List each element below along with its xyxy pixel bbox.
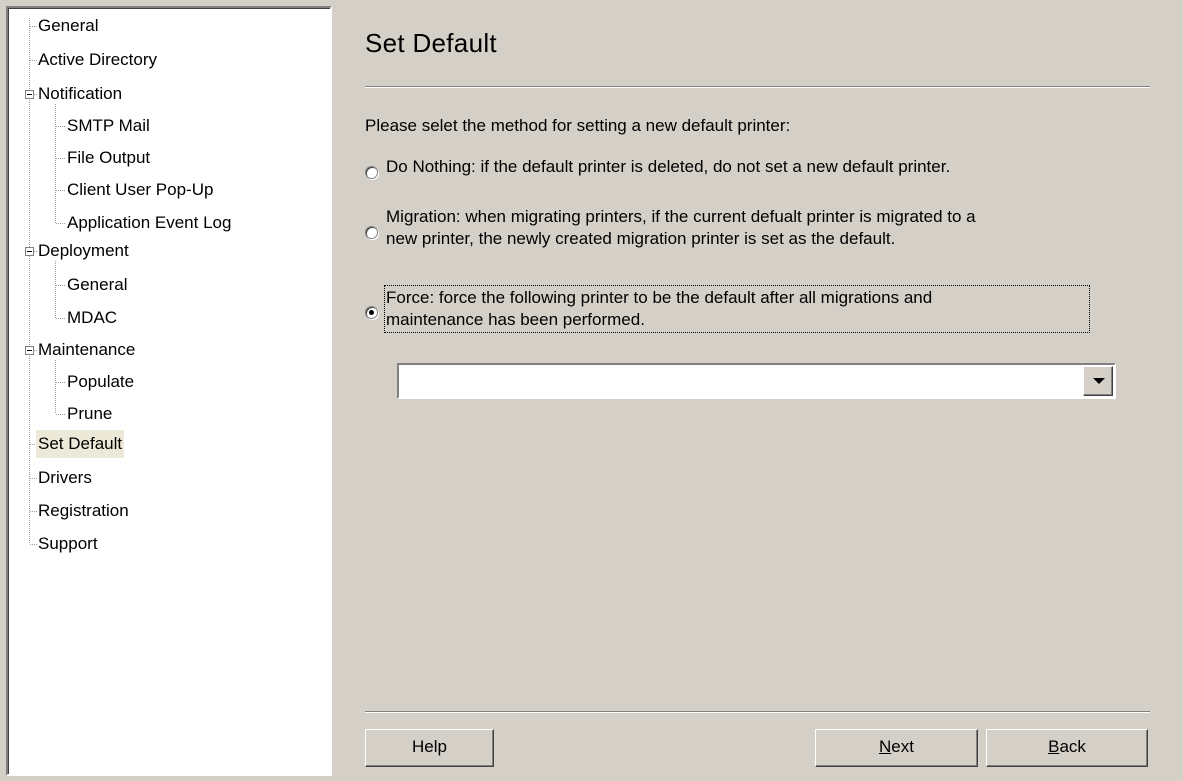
notification-collapse-icon[interactable] [25,90,34,99]
force-radio[interactable] [365,306,378,319]
tree-item-populate[interactable]: Populate [65,368,136,396]
do-nothing-label[interactable]: Do Nothing: if the default printer is de… [386,156,950,178]
do-nothing-radio[interactable] [365,166,378,179]
force-label[interactable]: Force: force the following printer to be… [384,285,1090,333]
tree-item-maintenance[interactable]: Maintenance [36,336,137,364]
tree-item-client-user-popup[interactable]: Client User Pop-Up [65,176,215,204]
tree-item-prune[interactable]: Prune [65,400,114,428]
tree-connector-lines [29,18,66,545]
tree-item-smtp-mail[interactable]: SMTP Mail [65,112,152,140]
tree-item-file-output[interactable]: File Output [65,144,152,172]
printer-dropdown[interactable] [397,363,1116,399]
back-label-rest: ack [1059,737,1086,756]
tree-item-registration[interactable]: Registration [36,497,131,525]
tree-item-general[interactable]: General [36,12,100,40]
method-prompt: Please selet the method for setting a ne… [365,116,791,135]
dropdown-arrow-icon[interactable] [1083,366,1113,396]
migration-label[interactable]: Migration: when migrating printers, if t… [386,206,976,250]
footer-divider [365,711,1150,713]
deployment-collapse-icon[interactable] [25,247,34,256]
tree-item-drivers[interactable]: Drivers [36,464,94,492]
maintenance-collapse-icon[interactable] [25,346,34,355]
title-divider [365,86,1150,88]
back-button[interactable]: Back [986,729,1148,767]
tree-item-support[interactable]: Support [36,530,100,558]
settings-tree[interactable]: General Active Directory Notification SM… [6,6,332,776]
tree-item-active-directory[interactable]: Active Directory [36,46,159,74]
tree-item-mdac[interactable]: MDAC [65,304,119,332]
next-mnemonic: N [879,737,892,756]
back-mnemonic: B [1048,737,1060,756]
tree-item-deployment-general[interactable]: General [65,271,129,299]
tree-item-set-default[interactable]: Set Default [36,430,125,458]
next-button[interactable]: Next [815,729,978,767]
page-title: Set Default [365,28,497,58]
tree-item-deployment[interactable]: Deployment [36,237,131,265]
help-button-label: Help [412,737,447,756]
tree-item-notification[interactable]: Notification [36,80,124,108]
help-button[interactable]: Help [365,729,494,767]
next-label-rest: ext [891,737,914,756]
migration-radio[interactable] [365,226,378,239]
tree-item-application-event-log[interactable]: Application Event Log [65,209,233,237]
